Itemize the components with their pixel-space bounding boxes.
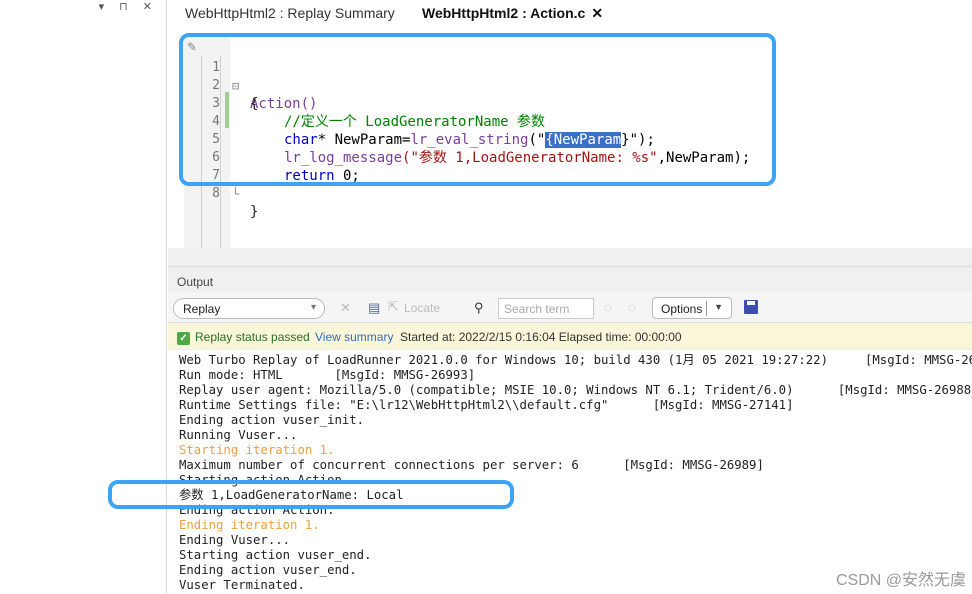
search-icon[interactable]: ⚲ — [474, 300, 484, 316]
log-line: Starting iteration 1. — [179, 443, 335, 457]
started-at-text: Started at: 2022/2/15 0:16:04 Elapsed ti… — [400, 330, 682, 344]
status-text: Replay status passed — [195, 330, 310, 344]
fold-end-icon: └ — [232, 187, 240, 201]
save-icon[interactable] — [744, 300, 758, 314]
tab-bar: WebHttpHtml2 : Replay Summary WebHttpHtm… — [168, 0, 972, 27]
output-toolbar: Replay ▾ ✕ ▤ ⇱ Locate ⚲ Search term ◌ ◌ … — [168, 292, 972, 323]
replay-log[interactable]: Web Turbo Replay of LoadRunner 2021.0.0 … — [168, 352, 972, 594]
log-line: Ending action vuser_init. — [179, 413, 365, 427]
log-line: Run mode: HTML [MsgId: MMSG-26993] — [179, 368, 476, 382]
search-next-icon[interactable]: ◌ — [628, 300, 636, 315]
search-prev-icon[interactable]: ◌ — [604, 300, 612, 315]
replay-select[interactable]: Replay ▾ — [173, 298, 325, 319]
search-input[interactable]: Search term — [498, 298, 594, 319]
output-panel-title: Output — [168, 266, 972, 292]
locate-button[interactable]: Locate — [404, 301, 440, 315]
close-icon[interactable]: ✕ — [591, 5, 603, 21]
log-highlight-box — [108, 480, 514, 509]
tab-label: WebHttpHtml2 : Action.c — [422, 5, 586, 21]
log-line: Ending iteration 1. — [179, 518, 320, 532]
log-line: Vuser Terminated. — [179, 578, 305, 592]
log-line: Ending action vuser_end. — [179, 563, 357, 577]
options-label: Options — [661, 302, 703, 316]
log-line: Web Turbo Replay of LoadRunner 2021.0.0 … — [179, 353, 972, 367]
code-highlight-box — [179, 33, 776, 186]
panel-controls[interactable]: ▾ ⊓ ✕ — [99, 0, 158, 13]
editor-splitter[interactable] — [168, 248, 972, 266]
check-icon: ✓ — [177, 332, 190, 345]
clear-icon[interactable]: ✕ — [340, 300, 351, 316]
options-divider — [706, 301, 707, 316]
line-number: 8 — [212, 186, 220, 201]
log-line: Ending Vuser... — [179, 533, 291, 547]
tab-replay-summary[interactable]: WebHttpHtml2 : Replay Summary — [185, 5, 395, 21]
chevron-down-icon: ▾ — [310, 302, 316, 313]
replay-select-value: Replay — [183, 302, 221, 316]
log-line: Runtime Settings file: "E:\lr12\WebHttpH… — [179, 398, 794, 412]
replay-status-bar: ✓ Replay status passed View summary Star… — [168, 323, 972, 350]
log-line: Running Vuser... — [179, 428, 298, 442]
tab-action-c[interactable]: WebHttpHtml2 : Action.c ✕ — [422, 5, 603, 22]
view-summary-link[interactable]: View summary — [315, 330, 393, 344]
code-text: } — [250, 204, 259, 220]
log-line: Replay user agent: Mozilla/5.0 (compatib… — [179, 383, 972, 397]
watermark: CSDN @安然无虞 — [835, 572, 966, 589]
locate-icon[interactable]: ⇱ — [388, 299, 399, 315]
chevron-down-icon: ▼ — [714, 302, 723, 312]
log-line: Maximum number of concurrent connections… — [179, 458, 764, 472]
log-view-icon[interactable]: ▤ — [368, 300, 380, 316]
log-line: Starting action vuser_end. — [179, 548, 372, 562]
options-button[interactable]: Options ▼ — [652, 297, 732, 319]
